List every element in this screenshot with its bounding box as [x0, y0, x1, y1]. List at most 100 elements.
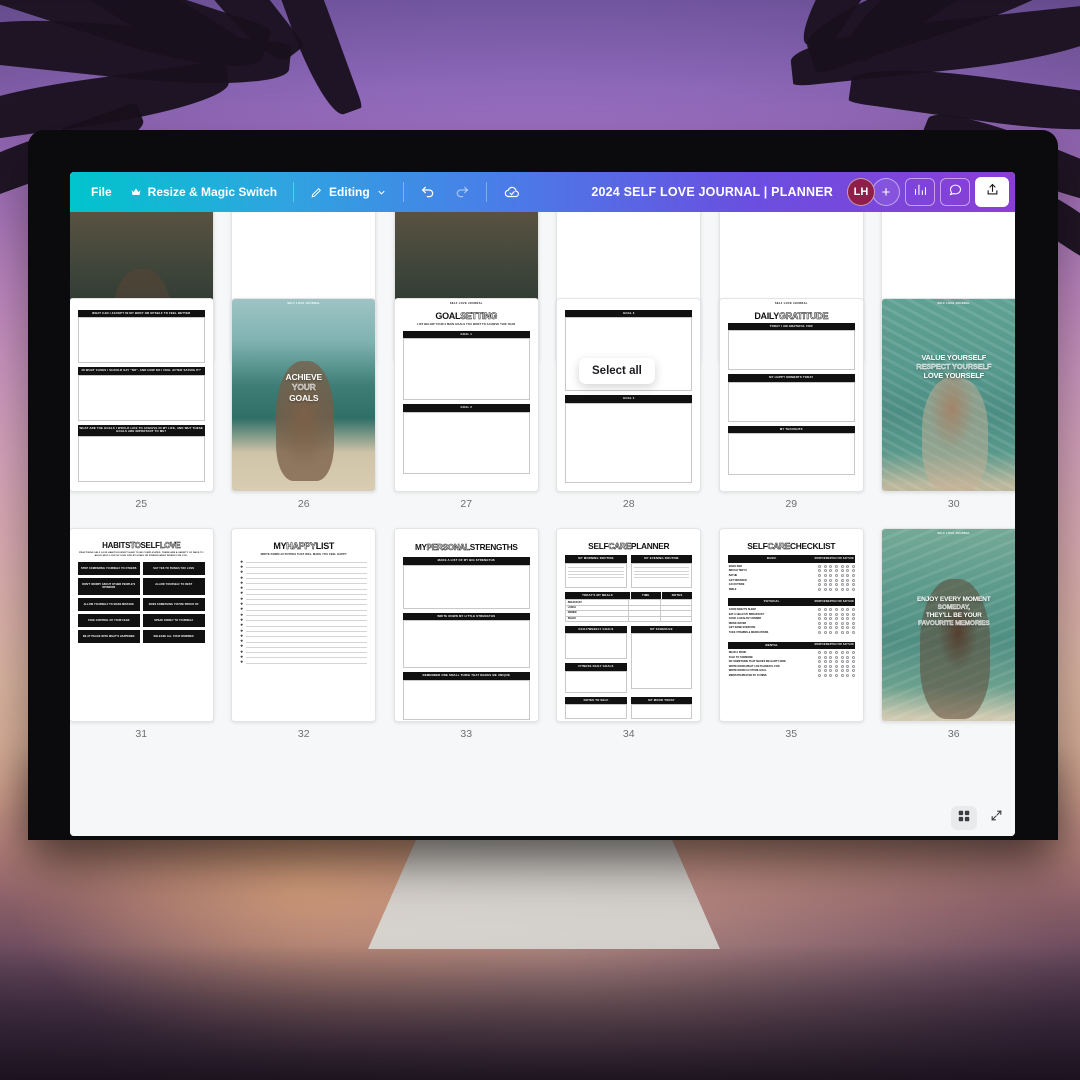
checkbox[interactable]: [823, 617, 827, 621]
gratitude-write-area[interactable]: [727, 381, 855, 422]
checkbox[interactable]: [846, 583, 850, 587]
checkbox[interactable]: [834, 650, 838, 654]
strength-write-area[interactable]: [402, 564, 530, 609]
fullscreen-button[interactable]: [983, 806, 1009, 830]
checkbox[interactable]: [851, 669, 855, 673]
list-item[interactable]: ✚: [240, 560, 368, 565]
checkbox[interactable]: [840, 574, 844, 578]
checkbox[interactable]: [851, 621, 855, 625]
checkbox[interactable]: [851, 607, 855, 611]
checkbox[interactable]: [834, 578, 838, 582]
checkbox[interactable]: [840, 587, 844, 591]
checkbox[interactable]: [851, 583, 855, 587]
checkbox[interactable]: [829, 617, 833, 621]
checkbox[interactable]: [818, 626, 822, 630]
checkbox[interactable]: [823, 607, 827, 611]
page-cell[interactable]: SELFCAREPLANNER MY MORNING ROUTINE MY EV…: [548, 528, 711, 740]
fitness-goals-area[interactable]: [565, 670, 627, 693]
checkbox[interactable]: [818, 578, 822, 582]
page-thumbnail[interactable]: MYHAPPYLIST WRITE DOWN ACTIVITIES THAT W…: [231, 528, 377, 722]
checkbox[interactable]: [840, 650, 844, 654]
checkbox[interactable]: [840, 669, 844, 673]
list-item[interactable]: ✚: [240, 661, 368, 665]
checkbox[interactable]: [823, 650, 827, 654]
checkbox[interactable]: [840, 673, 844, 677]
checkbox[interactable]: [840, 612, 844, 616]
checkbox[interactable]: [834, 617, 838, 621]
page-cell[interactable]: MYHAPPYLIST WRITE DOWN ACTIVITIES THAT W…: [223, 528, 386, 740]
checkbox[interactable]: [851, 569, 855, 573]
checkbox[interactable]: [818, 660, 822, 664]
checkbox[interactable]: [829, 607, 833, 611]
list-item[interactable]: ✚: [240, 645, 368, 649]
list-item[interactable]: ✚: [240, 602, 368, 607]
page-thumbnail[interactable]: SELF LOVE JOURNAL ACHIEVE YOUR GOALS: [231, 298, 377, 492]
list-item[interactable]: ✚: [240, 650, 368, 655]
checkbox[interactable]: [846, 673, 850, 677]
page-cell[interactable]: SELF LOVE JOURNAL VALUE YOURSELF RESPECT…: [873, 298, 1015, 510]
checkbox[interactable]: [823, 630, 827, 634]
checkbox[interactable]: [818, 583, 822, 587]
page-thumbnail[interactable]: SELFCARECHECKLIST BASIC MON TUE WED THU FRI SA…: [718, 528, 864, 722]
checkbox[interactable]: [851, 673, 855, 677]
list-item[interactable]: ✚: [240, 655, 368, 660]
page-cell[interactable]: SELF LOVE JOURNAL ENJOY EVERY MOMENT SOM…: [873, 528, 1015, 740]
checkbox[interactable]: [846, 587, 850, 591]
checkbox[interactable]: [823, 612, 827, 616]
checkbox[interactable]: [818, 574, 822, 578]
prompt-write-area[interactable]: [77, 374, 205, 421]
page-thumbnail[interactable]: SELF LOVE JOURNAL GOALSETTING LIST BELOW…: [393, 298, 539, 492]
page-grid-panel[interactable]: 19 20 21 22: [70, 212, 1015, 836]
checkbox[interactable]: [829, 578, 833, 582]
checkbox[interactable]: [851, 664, 855, 668]
checkbox[interactable]: [840, 617, 844, 621]
checkbox[interactable]: [846, 574, 850, 578]
checkbox[interactable]: [829, 650, 833, 654]
list-item[interactable]: ✚: [240, 587, 368, 591]
checkbox[interactable]: [818, 564, 822, 568]
checkbox[interactable]: [851, 650, 855, 654]
share-button[interactable]: [975, 177, 1009, 207]
checkbox[interactable]: [823, 626, 827, 630]
checkbox[interactable]: [834, 607, 838, 611]
checkbox[interactable]: [829, 574, 833, 578]
page-thumbnail[interactable]: SELFCAREPLANNER MY MORNING ROUTINE MY EV…: [556, 528, 702, 722]
checkbox[interactable]: [840, 583, 844, 587]
checkbox[interactable]: [846, 607, 850, 611]
daily-goals-area[interactable]: [565, 633, 627, 660]
checklist-groups[interactable]: BASIC MON TUE WED THU FRI SAT SUN MAKE BED BRUSH …: [727, 555, 855, 680]
checkbox[interactable]: [829, 664, 833, 668]
meals-table[interactable]: BREAKFAST LUNCH DINNER SNACK: [565, 599, 693, 622]
list-item[interactable]: ✚: [240, 629, 368, 634]
checkbox[interactable]: [840, 607, 844, 611]
checkbox[interactable]: [823, 574, 827, 578]
gratitude-write-area[interactable]: [727, 433, 855, 476]
checkbox[interactable]: [834, 612, 838, 616]
checkbox[interactable]: [823, 621, 827, 625]
checkbox[interactable]: [829, 660, 833, 664]
checkbox[interactable]: [823, 587, 827, 591]
checkbox[interactable]: [840, 569, 844, 573]
checkbox[interactable]: [818, 587, 822, 591]
checkbox[interactable]: [851, 578, 855, 582]
checkbox[interactable]: [840, 621, 844, 625]
checkbox[interactable]: [851, 612, 855, 616]
checkbox[interactable]: [834, 655, 838, 659]
checkbox[interactable]: [834, 587, 838, 591]
checkbox[interactable]: [818, 630, 822, 634]
checkbox[interactable]: [823, 664, 827, 668]
list-item[interactable]: ✚: [240, 581, 368, 586]
page-thumbnail[interactable]: HABITSTOSELFLOVE PRACTISING SELF LOVE HA…: [70, 528, 214, 722]
checkbox[interactable]: [840, 564, 844, 568]
page-thumbnail[interactable]: MYPERSONALSTRENGTHS MAKE A LIST OF MY BI…: [393, 528, 539, 722]
prompt-write-area[interactable]: [77, 435, 205, 482]
checkbox[interactable]: [818, 621, 822, 625]
schedule-area[interactable]: [630, 633, 693, 690]
checkbox[interactable]: [829, 626, 833, 630]
checkbox[interactable]: [823, 578, 827, 582]
checkbox[interactable]: [829, 655, 833, 659]
checkbox[interactable]: [818, 612, 822, 616]
checkbox[interactable]: [834, 574, 838, 578]
checkbox[interactable]: [846, 655, 850, 659]
list-item[interactable]: ✚: [240, 597, 368, 602]
